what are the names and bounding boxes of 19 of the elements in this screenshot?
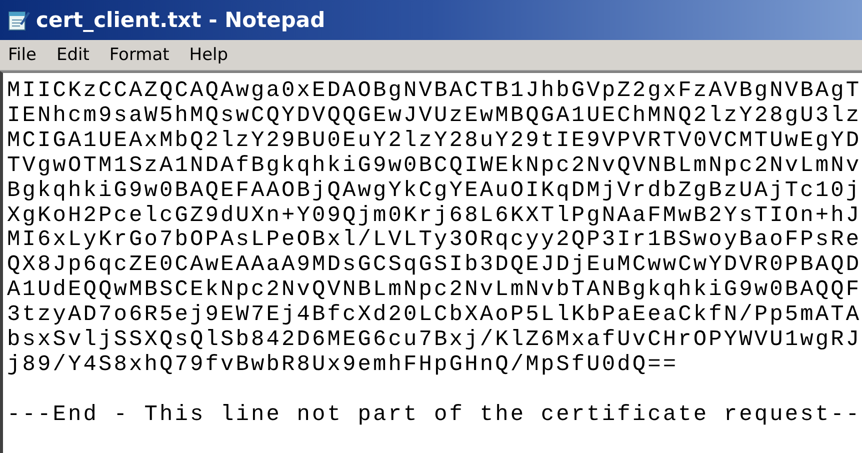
text-line: A1UdEQQwMBSCEkNpc2NvQVNBLmNpc2NvLmNvbTANBgkqhkiG9w0BAQQF (7, 278, 862, 304)
text-line: TVgwOTM1SzA1NDAfBgkqhkiG9w0BCQIWEkNpc2NvQVNBLmNpc2NvLmNv (7, 154, 862, 179)
text-line: j89/Y4S8xhQ79fvBwbR8Ux9emhFHpGHnQ/MpSfU0dQ== (7, 352, 678, 378)
text-line: QX8Jp6qcZE0CAwEAAaA9MDsGCSqGSIb3DQEJDjEuMCwwCwYDVR0PBAQD (7, 253, 862, 278)
menu-item[interactable]: Edit (56, 45, 90, 65)
text-line: MI6xLyKrGo7bOPAsLPeOBxl/LVLTy3ORqcyy2QP3Ir1BSwoyBaoFPsRe (7, 228, 862, 254)
menu-item[interactable]: Help (189, 45, 228, 65)
text-line: ---End - This line not part of the certificate request-- (7, 402, 862, 428)
text-line: BgkqhkiG9w0BAQEFAAOBjQAwgYkCgYEAuOIKqDMjVrdbZgBzUAjTc10j (7, 178, 862, 204)
menu-item[interactable]: Format (109, 45, 170, 65)
text-line: MIICKzCCAZQCAQAwga0xEDAOBgNVBACTB1JhbGVpZ2gxFzAVBgNVBAgT (7, 79, 862, 104)
text-line: IENhcm9saW5hMQswCQYDVQQGEwJVUzEwMBQGA1UEChMNQ2lzY28gU3lz (7, 104, 862, 129)
text-line: bsxSvljSSXQsQlSb842D6MEG6cu7Bxj/KlZ6MxafUvCHrOPYWVU1wgRJ (7, 328, 862, 353)
menu-item[interactable]: File (8, 45, 36, 65)
text-editor[interactable] (0, 71, 862, 453)
text-line: XgKoH2PcelcGZ9dUXn+Y09Qjm0Krj68L6KXTlPgNAaFMwB2YsTIOn+hJ (7, 204, 862, 228)
window-title: cert_client.txt - Notepad (36, 8, 326, 32)
text-line: MCIGA1UEAxMbQ2lzY29BU0EuY2lzY28uY29tIE9VPVRTV0VCMTUwEgYD (7, 128, 862, 154)
text-line: 3tzyAD7o6R5ej9EW7Ej4BfcXd20LCbXAoP5LlKbPaEeaCkfN/Pp5mATA (7, 303, 862, 328)
